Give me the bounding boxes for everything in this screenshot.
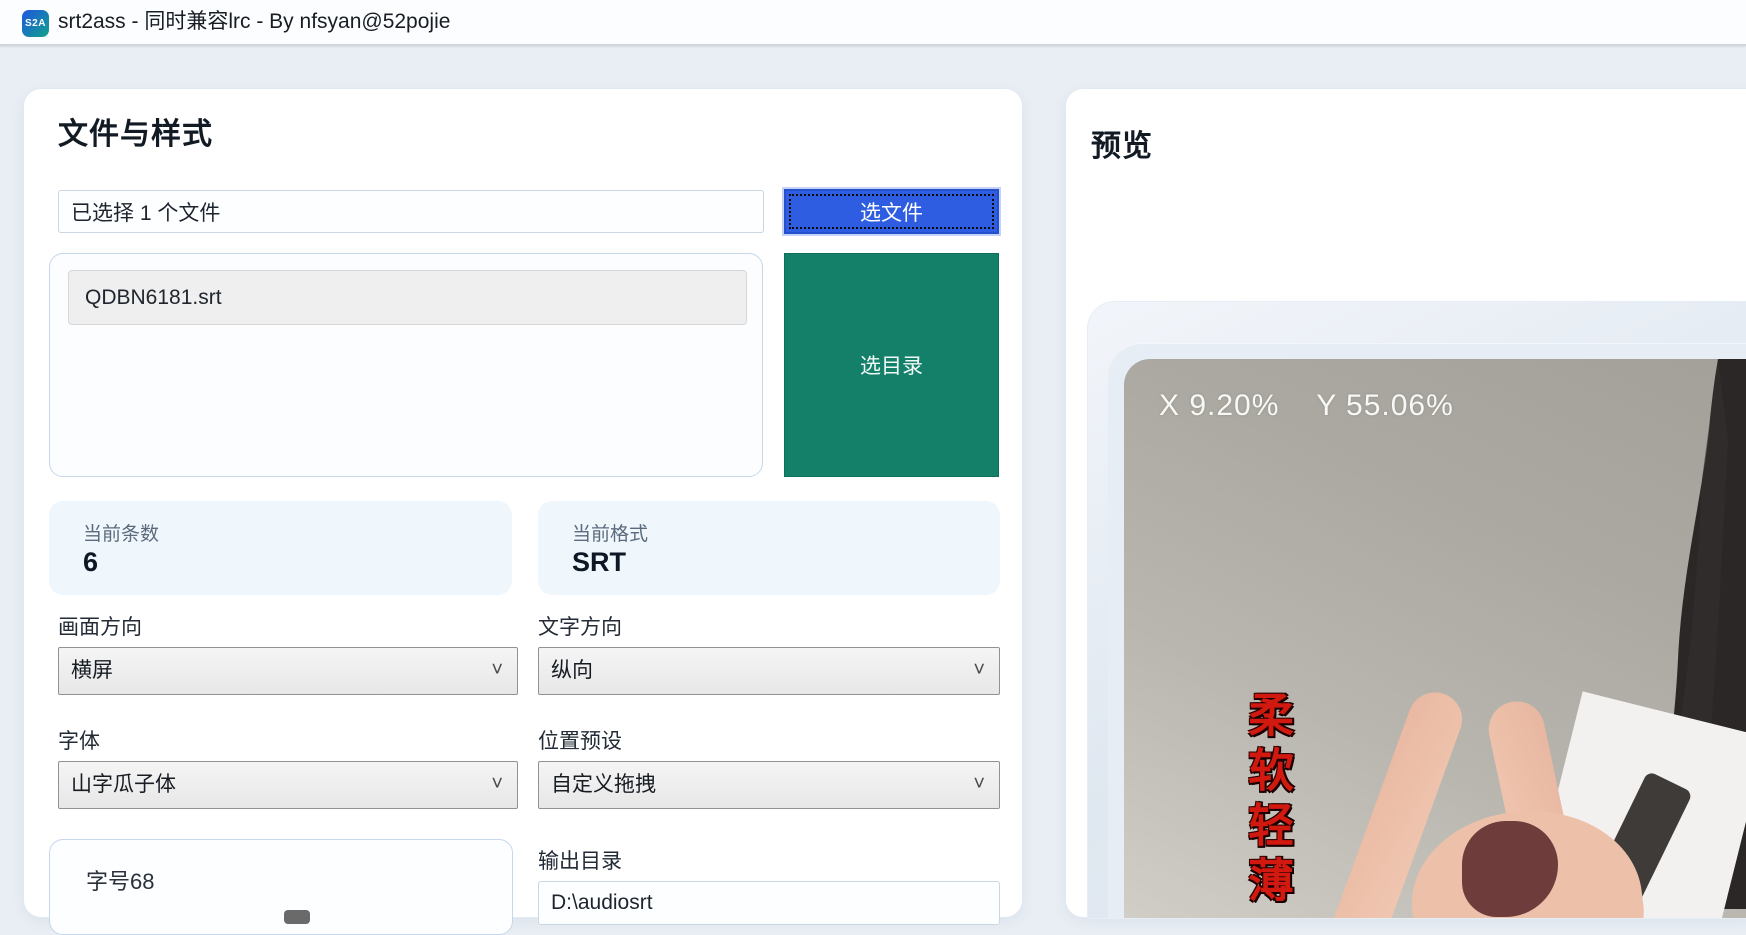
font-label: 字体 — [58, 725, 100, 755]
preview-heading: 预览 — [1091, 121, 1153, 165]
font-select[interactable]: 山字瓜子体 ˅ — [58, 761, 518, 809]
select-value: 纵向 — [551, 659, 593, 682]
screen-orientation-select[interactable]: 横屏 ˅ — [58, 647, 518, 695]
subtitle-preview-text[interactable]: 柔软轻薄 — [1242, 691, 1294, 911]
select-value: 山字瓜子体 — [71, 773, 176, 796]
file-list-panel: QDBN6181.srt — [49, 253, 763, 477]
y-percent-value: Y 55.06% — [1316, 389, 1454, 422]
preview-video-frame[interactable]: X 9.20% Y 55.06% 柔软轻薄 — [1124, 359, 1746, 918]
stat-card-entry-count: 当前条数 6 — [49, 501, 512, 595]
selected-files-summary-input[interactable] — [58, 190, 764, 233]
stat-value: 6 — [83, 547, 98, 578]
chevron-down-icon: ˅ — [491, 762, 503, 806]
stat-card-format: 当前格式 SRT — [538, 501, 1000, 595]
text-direction-select[interactable]: 纵向 ˅ — [538, 647, 1000, 695]
stat-label: 当前条数 — [83, 519, 159, 546]
preview-card: 预览 X 9.20% Y 55.06% 柔软轻薄 — [1065, 88, 1746, 918]
chevron-down-icon: ˅ — [973, 762, 985, 806]
font-size-label: 字号68 — [86, 864, 154, 896]
select-file-button[interactable]: 选文件 — [784, 189, 999, 234]
chevron-down-icon: ˅ — [491, 648, 503, 692]
output-directory-label: 输出目录 — [538, 845, 622, 875]
stat-value: SRT — [572, 547, 626, 578]
x-percent-value: X 9.20% — [1159, 389, 1279, 422]
font-size-panel: 字号68 — [49, 839, 513, 935]
app-title: srt2ass - 同时兼容lrc - By nfsyan@52pojie — [58, 0, 450, 44]
position-preset-label: 位置预设 — [538, 725, 622, 755]
drag-position-readout: X 9.20% Y 55.06% — [1159, 389, 1482, 423]
app-logo-icon: S2A — [22, 10, 49, 37]
chevron-down-icon: ˅ — [973, 648, 985, 692]
stat-label: 当前格式 — [572, 519, 648, 546]
text-direction-label: 文字方向 — [538, 611, 622, 641]
select-value: 自定义拖拽 — [551, 773, 656, 796]
files-styles-card: 文件与样式 选文件 QDBN6181.srt 选目录 当前条数 6 当前格式 S… — [23, 88, 1023, 918]
preview-panel: X 9.20% Y 55.06% 柔软轻薄 — [1087, 301, 1746, 919]
title-bar: S2A srt2ass - 同时兼容lrc - By nfsyan@52poji… — [0, 0, 1746, 46]
output-directory-input[interactable] — [538, 881, 1000, 925]
files-styles-heading: 文件与样式 — [58, 109, 213, 153]
font-size-slider-thumb[interactable] — [284, 910, 310, 924]
select-directory-button[interactable]: 选目录 — [784, 253, 999, 477]
screen-orientation-label: 画面方向 — [58, 611, 142, 641]
position-preset-select[interactable]: 自定义拖拽 ˅ — [538, 761, 1000, 809]
preview-frame: X 9.20% Y 55.06% 柔软轻薄 — [1108, 343, 1746, 918]
select-value: 横屏 — [71, 659, 113, 682]
file-list-item[interactable]: QDBN6181.srt — [68, 270, 747, 325]
